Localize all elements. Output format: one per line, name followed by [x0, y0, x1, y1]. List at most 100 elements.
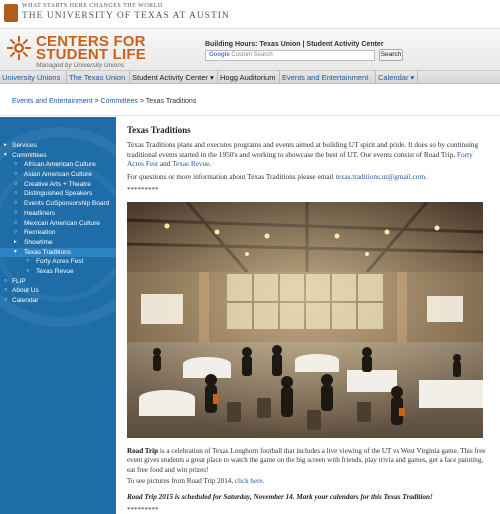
sidebar-item-label: Recreation — [24, 229, 56, 237]
building-hours: Building Hours: Texas Union | Student Ac… — [205, 41, 384, 48]
sidebar-item-label: Events CoSponsorship Board — [24, 200, 110, 208]
nav-hogg-auditorium[interactable]: Hogg Auditorium ▾ — [218, 71, 280, 95]
breadcrumb-bar: Events and Entertainment > Committees > … — [0, 86, 500, 116]
sidebar-item-label: About Us — [12, 287, 39, 295]
bullet-icon: ○ — [4, 297, 8, 303]
page-title: Texas Traditions — [127, 125, 191, 135]
breadcrumb-events[interactable]: Events and Entertainment — [12, 98, 93, 105]
nav-texas-union[interactable]: The Texas Union ▾ — [67, 71, 130, 95]
csl-sun-logo-icon[interactable] — [6, 35, 32, 61]
texas-revue-link[interactable]: Texas Revue — [172, 159, 209, 168]
breadcrumb-sep: > — [137, 98, 146, 105]
sidebar-item-distinguished-speakers[interactable]: ○ Distinguished Speakers — [0, 189, 116, 199]
breadcrumb-committees[interactable]: Committees — [101, 98, 138, 105]
site-title-line2[interactable]: STUDENT LIFE — [36, 46, 146, 63]
click-here-link[interactable]: click here — [235, 477, 263, 485]
roadtrip-text: is a celebration of Texas Longhorn footb… — [127, 447, 486, 474]
sidebar-item-recreation[interactable]: ○ Recreation — [0, 228, 116, 238]
breadcrumb-sep: > — [92, 98, 101, 105]
sidebar-item-label: Distinguished Speakers — [24, 190, 93, 198]
main-nav: University Unions ▾ The Texas Union ▾ St… — [0, 70, 500, 95]
email-link[interactable]: texas.traditions.ut@gmail.com — [336, 172, 426, 181]
nav-student-activity-center[interactable]: Student Activity Center ▾ — [130, 71, 218, 84]
contact-paragraph: For questions or more information about … — [127, 172, 489, 182]
sidebar-item-african-american-culture[interactable]: ○ African American Culture — [0, 160, 116, 170]
contact-text: For questions or more information about … — [127, 172, 336, 181]
road-trip-event-photo — [127, 202, 483, 438]
bullet-icon: ○ — [14, 229, 18, 236]
intro-and: and — [158, 159, 173, 169]
nav-events-entertainment[interactable]: Events and Entertainment ▾ — [280, 71, 376, 95]
roadtrip-paragraph: Road Trip is a celebration of Texas Long… — [127, 447, 489, 475]
sidebar-item-label: Creative Arts + Theatre — [24, 180, 91, 188]
ut-tower-icon — [4, 4, 18, 22]
bullet-icon: ○ — [14, 209, 18, 216]
bullet-icon: ○ — [26, 267, 30, 274]
sidebar: ▸ Services ▾ Committees ○ African American … — [0, 117, 116, 514]
sidebar-item-label: Headliners — [24, 209, 56, 217]
sidebar-item-label: Texas Traditions — [24, 248, 71, 256]
sidebar-item-texas-revue[interactable]: ○ Texas Revue — [0, 267, 116, 277]
tagline: WHAT STARTS HERE CHANGES THE WORLD — [22, 3, 163, 9]
sidebar-item-texas-traditions[interactable]: ▾ Texas Traditions — [0, 247, 116, 258]
sidebar-item-label: Calendar — [12, 297, 39, 304]
breadcrumb: Events and Entertainment > Committees > … — [12, 98, 196, 105]
sidebar-item-calendar[interactable]: ○ Calendar — [0, 296, 116, 306]
nav-calendar[interactable]: Calendar ▾ — [376, 71, 418, 84]
collapsed-arrow-icon: ▸ — [4, 142, 7, 148]
sidebar-item-label: Asian American Culture — [24, 171, 92, 179]
bullet-icon: ○ — [4, 287, 8, 294]
collapsed-arrow-icon: ▸ — [14, 238, 17, 245]
sidebar-item-flip[interactable]: ○ FLIP — [0, 277, 116, 287]
bullet-icon: ○ — [14, 161, 18, 168]
intro-end: . — [209, 159, 212, 169]
main-content: Texas Traditions Texas Traditions plans … — [118, 117, 500, 514]
sidebar-item-mexican-american-culture[interactable]: ○ Mexican American Culture — [0, 219, 116, 229]
sidebar-item-creative-arts[interactable]: ○ Creative Arts + Theatre — [0, 180, 116, 190]
sidebar-item-showtime[interactable]: ▸ Showtime — [0, 238, 116, 248]
expanded-arrow-icon: ▾ — [4, 151, 7, 158]
sidebar-item-label: FLIP — [12, 277, 26, 285]
expanded-arrow-icon: ▾ — [14, 248, 17, 255]
bullet-icon: ○ — [4, 277, 8, 284]
search-input[interactable]: Google Custom Search — [205, 50, 375, 61]
sidebar-item-committees[interactable]: ▾ Committees — [0, 151, 116, 161]
bullet-icon: ○ — [14, 200, 18, 207]
bullet-icon: ○ — [14, 171, 18, 178]
bullet-icon: ○ — [14, 180, 18, 187]
sidebar-item-label: Services — [12, 142, 37, 149]
sidebar-item-label: African American Culture — [24, 161, 96, 169]
google-logo: Google — [209, 52, 230, 58]
search-button[interactable]: Search — [379, 49, 403, 61]
bullet-icon: ○ — [14, 190, 18, 197]
separator: ********* — [127, 186, 159, 194]
building-hours-label: Building Hours: — [205, 41, 258, 48]
search-placeholder: Custom Search — [231, 52, 273, 58]
site-header: CENTERS FOR STUDENT LIFE Managed by Univ… — [0, 28, 500, 70]
sidebar-item-about-us[interactable]: ○ About Us — [0, 286, 116, 296]
sidebar-item-label: Committees — [12, 151, 47, 159]
intro-text: Texas Traditions plans and executes prog… — [127, 140, 479, 159]
university-banner: WHAT STARTS HERE CHANGES THE WORLD THE U… — [0, 0, 500, 28]
sidebar-item-headliners[interactable]: ○ Headliners — [0, 209, 116, 219]
sidebar-item-forty-acres-fest[interactable]: ○ Forty Acres Fest — [0, 257, 116, 267]
roadtrip-bold: Road Trip — [127, 447, 159, 455]
pics-end: . — [262, 477, 265, 485]
site-subtitle: Managed by University Unions — [36, 62, 125, 69]
contact-end: . — [425, 172, 427, 181]
university-name[interactable]: THE UNIVERSITY OF TEXAS AT AUSTIN — [22, 11, 230, 21]
nav-university-unions[interactable]: University Unions ▾ — [0, 71, 67, 95]
pics-text: To see pictures from Road Trip 2014, — [127, 477, 235, 485]
sidebar-item-label: Texas Revue — [36, 267, 74, 275]
breadcrumb-current: Texas Traditions — [145, 98, 197, 105]
sidebar-item-asian-american-culture[interactable]: ○ Asian American Culture — [0, 170, 116, 180]
sidebar-nav: ▸ Services ▾ Committees ○ African American … — [0, 141, 116, 306]
sidebar-item-label: Forty Acres Fest — [36, 258, 84, 266]
sidebar-item-label: Showtime — [24, 238, 53, 246]
intro-paragraph: Texas Traditions plans and executes prog… — [127, 140, 489, 169]
sidebar-item-events-cosponsorship[interactable]: ○ Events CoSponsorship Board — [0, 199, 116, 209]
building-hours-links[interactable]: Texas Union | Student Activity Center — [259, 41, 383, 48]
sidebar-item-label: Mexican American Culture — [24, 219, 100, 227]
bullet-icon: ○ — [14, 219, 18, 226]
sidebar-item-services[interactable]: ▸ Services — [0, 141, 116, 151]
